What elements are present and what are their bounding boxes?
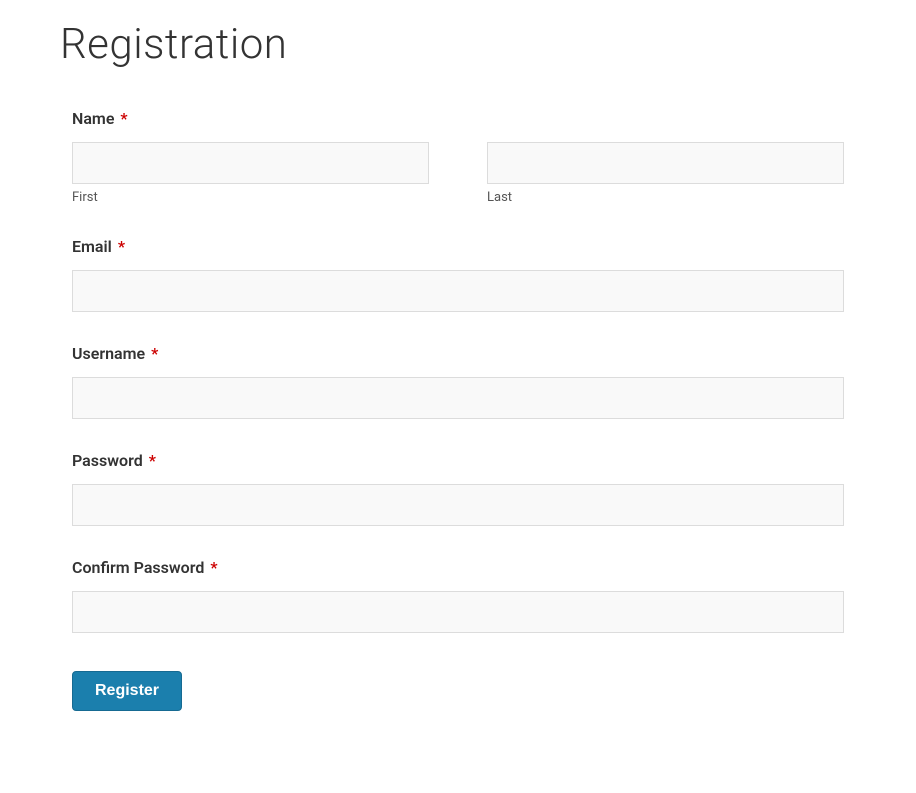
registration-form: Name * First Last Email * bbox=[60, 109, 856, 711]
username-label-text: Username bbox=[72, 344, 145, 363]
name-label-text: Name bbox=[72, 109, 114, 128]
name-row: First Last bbox=[72, 142, 844, 205]
name-label: Name * bbox=[72, 109, 844, 128]
first-name-sublabel: First bbox=[72, 190, 429, 205]
password-label: Password * bbox=[72, 451, 844, 470]
confirm-password-input[interactable] bbox=[72, 591, 844, 633]
password-input[interactable] bbox=[72, 484, 844, 526]
email-label-text: Email bbox=[72, 237, 112, 256]
password-label-text: Password bbox=[72, 451, 143, 470]
name-group: Name * First Last bbox=[72, 109, 844, 205]
username-input[interactable] bbox=[72, 377, 844, 419]
email-group: Email * bbox=[72, 237, 844, 312]
last-name-col: Last bbox=[487, 142, 844, 205]
email-input[interactable] bbox=[72, 270, 844, 312]
confirm-password-label-text: Confirm Password bbox=[72, 558, 204, 577]
first-name-input[interactable] bbox=[72, 142, 429, 184]
first-name-col: First bbox=[72, 142, 429, 205]
required-asterisk: * bbox=[120, 109, 127, 128]
last-name-input[interactable] bbox=[487, 142, 844, 184]
confirm-password-group: Confirm Password * bbox=[72, 558, 844, 633]
username-label: Username * bbox=[72, 344, 844, 363]
username-group: Username * bbox=[72, 344, 844, 419]
last-name-sublabel: Last bbox=[487, 190, 844, 205]
email-label: Email * bbox=[72, 237, 844, 256]
required-asterisk: * bbox=[210, 558, 217, 577]
required-asterisk: * bbox=[151, 344, 158, 363]
required-asterisk: * bbox=[118, 237, 125, 256]
required-asterisk: * bbox=[149, 451, 156, 470]
page-title: Registration bbox=[60, 20, 856, 69]
password-group: Password * bbox=[72, 451, 844, 526]
confirm-password-label: Confirm Password * bbox=[72, 558, 844, 577]
register-button[interactable]: Register bbox=[72, 671, 182, 711]
